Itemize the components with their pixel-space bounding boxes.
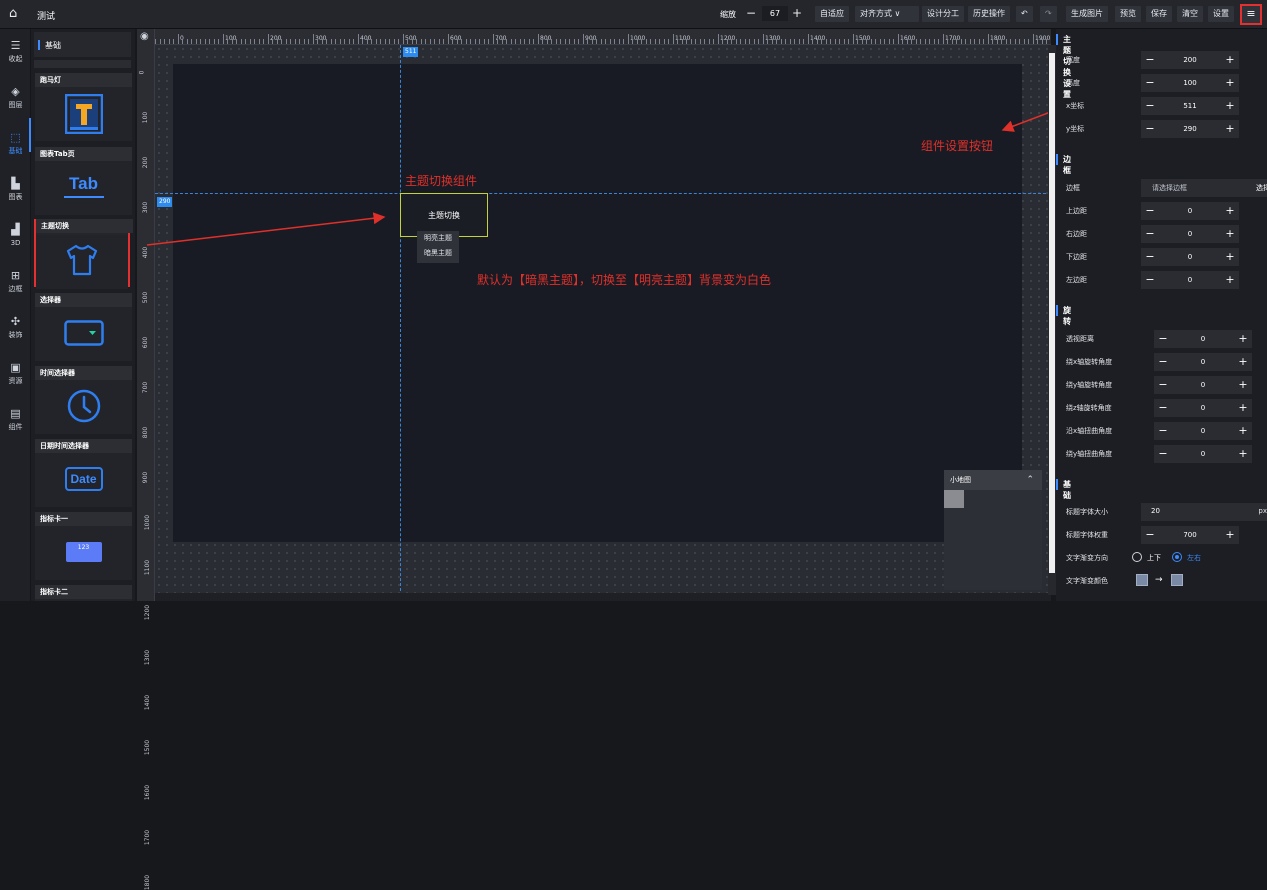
chevron-up-icon[interactable]: ⌃ xyxy=(1026,470,1034,490)
x-stepper[interactable]: −511 + xyxy=(1141,97,1239,115)
vertical-scrollbar[interactable] xyxy=(1048,45,1056,595)
minimap[interactable]: 小地图 ⌃ xyxy=(944,470,1042,590)
horizontal-scrollbar[interactable] xyxy=(155,593,1051,601)
ruler-label: 1500 xyxy=(144,739,152,756)
font-size-input[interactable]: 20 px xyxy=(1141,503,1267,521)
margin-top-stepper[interactable]: −0 + xyxy=(1141,202,1239,220)
border-row: 边框 请选择边框 选择 xyxy=(1066,179,1267,197)
margin-bottom-row: 下边距 −0 + xyxy=(1066,248,1263,266)
font-weight-stepper[interactable]: −700 + xyxy=(1141,526,1239,544)
margin-right-row: 右边距 −0 + xyxy=(1066,225,1263,243)
ruler-label: 1700 xyxy=(144,829,152,846)
width-row: 宽度 −200 + xyxy=(1066,51,1263,69)
ruler-label: 1400 xyxy=(144,694,152,711)
rotate-y-row: 绕y轴旋转角度 −0 + xyxy=(1066,376,1263,394)
gradient-direction-row: 文字渐变方向 上下 左右 xyxy=(1066,552,1201,562)
settings-panel: 主题切换设置 宽度 −200 + 高度 −100 + x坐标 −511 + y坐标 −290 +… xyxy=(1056,29,1267,601)
ruler-label: 1800 xyxy=(144,874,152,890)
font-size-row: 标题字体大小 20 px xyxy=(1066,503,1267,521)
rotate-y-stepper[interactable]: −0 + xyxy=(1154,376,1252,394)
rotate-x-row: 绕x轴旋转角度 −0 + xyxy=(1066,353,1263,371)
height-row: 高度 −100 + xyxy=(1066,74,1263,92)
ruler-label: 1300 xyxy=(144,649,152,666)
arrow-right-icon: → xyxy=(1155,575,1163,585)
ruler-label: 1600 xyxy=(144,784,152,801)
radio-vertical[interactable] xyxy=(1132,552,1142,562)
skew-x-row: 沿x轴扭曲角度 −0 + xyxy=(1066,422,1263,440)
skew-y-stepper[interactable]: −0 + xyxy=(1154,445,1252,463)
skew-x-stepper[interactable]: −0 + xyxy=(1154,422,1252,440)
width-stepper[interactable]: −200 + xyxy=(1141,51,1239,69)
rotate-x-stepper[interactable]: −0 + xyxy=(1154,353,1252,371)
margin-left-stepper[interactable]: −0 + xyxy=(1141,271,1239,289)
minimap-header: 小地图 ⌃ xyxy=(944,470,1042,490)
gradient-color-row: 文字渐变颜色 → xyxy=(1066,572,1263,590)
x-row: x坐标 −511 + xyxy=(1066,97,1263,115)
perspective-stepper[interactable]: −0 + xyxy=(1154,330,1252,348)
margin-right-stepper[interactable]: −0 + xyxy=(1141,225,1239,243)
perspective-row: 透视距离 −0 + xyxy=(1066,330,1263,348)
rotate-z-stepper[interactable]: −0 + xyxy=(1154,399,1252,417)
rotate-z-row: 绕z轴旋转角度 −0 + xyxy=(1066,399,1263,417)
gradient-start-color[interactable] xyxy=(1136,574,1148,586)
y-row: y坐标 −290 + xyxy=(1066,120,1263,138)
ruler-label: 1200 xyxy=(144,604,152,621)
margin-bottom-stepper[interactable]: −0 + xyxy=(1141,248,1239,266)
minimap-viewport[interactable] xyxy=(944,490,964,508)
gradient-end-color[interactable] xyxy=(1171,574,1183,586)
skew-y-row: 绕y轴扭曲角度 −0 + xyxy=(1066,445,1263,463)
y-stepper[interactable]: −290 + xyxy=(1141,120,1239,138)
font-weight-row: 标题字体权重 −700 + xyxy=(1066,526,1263,544)
radio-horizontal[interactable] xyxy=(1172,552,1182,562)
margin-top-row: 上边距 −0 + xyxy=(1066,202,1263,220)
margin-left-row: 左边距 −0 + xyxy=(1066,271,1263,289)
border-select[interactable]: 请选择边框 选择 xyxy=(1141,179,1267,197)
border-choose-button[interactable]: 选择 xyxy=(1256,183,1267,193)
height-stepper[interactable]: −100 + xyxy=(1141,74,1239,92)
